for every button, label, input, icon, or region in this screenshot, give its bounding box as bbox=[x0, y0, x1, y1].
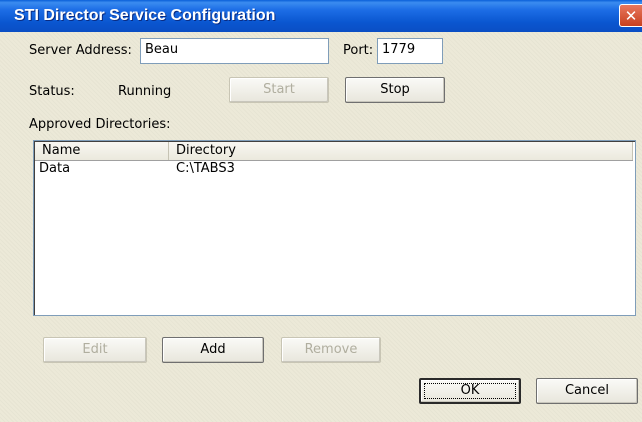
port-value: 1779 bbox=[382, 42, 416, 57]
list-item-name: Data bbox=[39, 161, 71, 176]
column-header-directory[interactable]: Directory bbox=[169, 142, 633, 160]
list-header: Name Directory bbox=[35, 142, 633, 161]
list-item[interactable]: Data C:\TABS3 bbox=[34, 161, 632, 177]
title-bar[interactable]: STI Director Service Configuration ✕ bbox=[0, 0, 642, 32]
column-header-name[interactable]: Name bbox=[35, 142, 169, 160]
edit-button[interactable]: Edit bbox=[43, 337, 147, 363]
add-button[interactable]: Add bbox=[162, 337, 264, 363]
dialog-client-area: Server Address: Beau Port: 1779 Status: … bbox=[0, 32, 642, 422]
port-input[interactable]: 1779 bbox=[377, 38, 443, 64]
focus-rectangle bbox=[424, 383, 516, 399]
port-label: Port: bbox=[343, 43, 374, 58]
cancel-button[interactable]: Cancel bbox=[536, 378, 638, 404]
ok-button[interactable]: OK bbox=[419, 378, 521, 404]
approved-directories-label: Approved Directories: bbox=[29, 117, 171, 132]
server-address-input[interactable]: Beau bbox=[140, 38, 329, 64]
close-icon: ✕ bbox=[624, 7, 638, 25]
start-button[interactable]: Start bbox=[229, 77, 329, 103]
remove-button[interactable]: Remove bbox=[281, 337, 381, 363]
list-item-directory: C:\TABS3 bbox=[176, 161, 235, 176]
status-value: Running bbox=[118, 84, 172, 99]
stop-button[interactable]: Stop bbox=[345, 77, 445, 103]
server-address-value: Beau bbox=[145, 42, 179, 57]
status-label: Status: bbox=[29, 84, 75, 99]
window-title: STI Director Service Configuration bbox=[14, 7, 276, 24]
server-address-label: Server Address: bbox=[29, 43, 132, 58]
close-button[interactable]: ✕ bbox=[619, 4, 642, 27]
approved-directories-list[interactable]: Name Directory Data C:\TABS3 bbox=[33, 140, 636, 316]
